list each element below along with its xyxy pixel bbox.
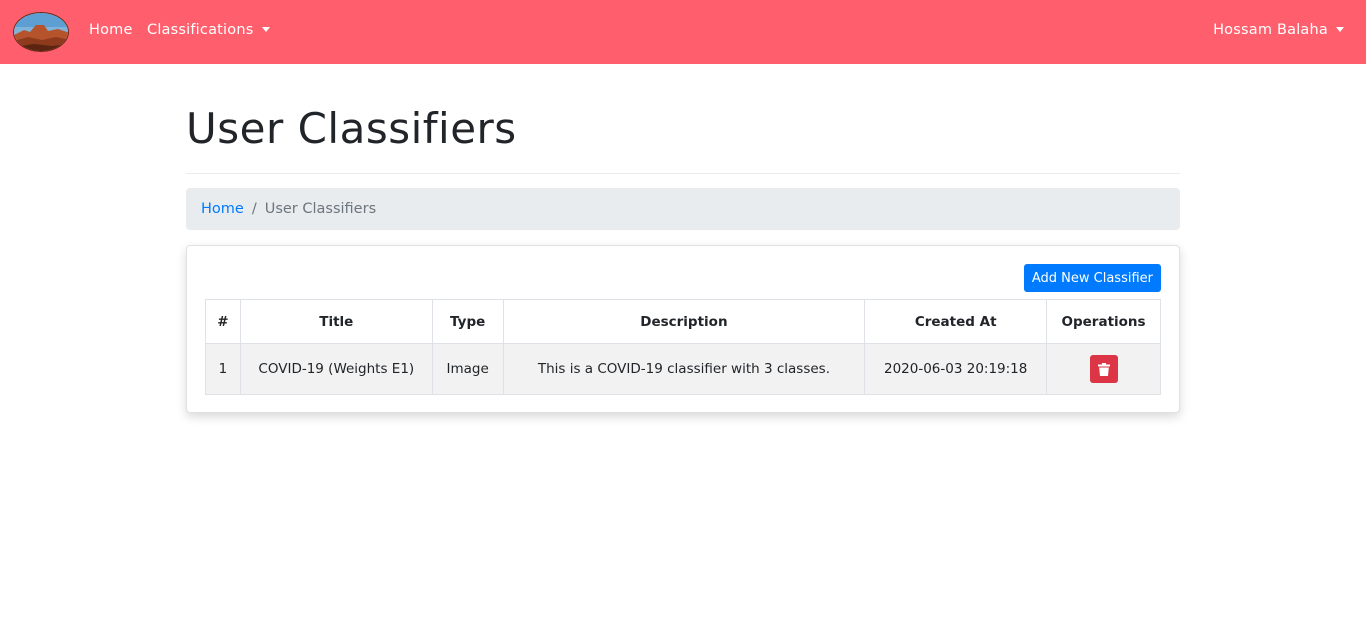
nav-home-link[interactable]: Home xyxy=(89,22,133,38)
column-header-created-at: Created At xyxy=(864,299,1048,344)
trash-icon xyxy=(1097,362,1110,376)
add-new-classifier-button[interactable]: Add New Classifier xyxy=(1023,264,1161,292)
breadcrumb-current: User Classifiers xyxy=(264,201,377,217)
cell-operations xyxy=(1046,343,1161,395)
column-header-title: Title xyxy=(239,299,433,344)
nav-user-dropdown[interactable]: Hossam Balaha xyxy=(1213,22,1344,38)
nav-classifications-dropdown[interactable]: Classifications xyxy=(147,22,270,38)
delete-button[interactable] xyxy=(1089,355,1118,383)
nav-classifications-label: Classifications xyxy=(147,22,254,38)
divider xyxy=(186,173,1180,174)
column-header-number: # xyxy=(205,299,241,344)
column-header-operations: Operations xyxy=(1046,299,1161,344)
caret-down-icon xyxy=(1336,26,1344,32)
cell-description: This is a COVID-19 classifier with 3 cla… xyxy=(502,343,866,395)
brand-logo[interactable] xyxy=(13,12,69,52)
page-title: User Classifiers xyxy=(186,104,517,153)
cell-created-at: 2020-06-03 20:19:18 xyxy=(864,343,1048,395)
column-header-type: Type xyxy=(431,299,504,344)
classifiers-table: # Title Type Description Created At Oper… xyxy=(205,299,1161,395)
table-header-row: # Title Type Description Created At Oper… xyxy=(205,299,1161,344)
column-header-description: Description xyxy=(502,299,866,344)
breadcrumb-home-link[interactable]: Home xyxy=(201,201,244,217)
cell-title: COVID-19 (Weights E1) xyxy=(239,343,433,395)
breadcrumb: Home / User Classifiers xyxy=(186,188,1180,230)
caret-down-icon xyxy=(261,26,270,32)
classifiers-card: Add New Classifier # Title Type Descript… xyxy=(186,245,1180,413)
cell-type: Image xyxy=(431,343,504,395)
table-row: 1 COVID-19 (Weights E1) Image This is a … xyxy=(205,343,1161,395)
brand-logo-image xyxy=(14,13,68,51)
cell-number: 1 xyxy=(205,343,241,395)
navbar: Home Classifications Hossam Balaha xyxy=(0,0,1366,64)
breadcrumb-separator: / xyxy=(251,201,257,217)
nav-user-label: Hossam Balaha xyxy=(1213,22,1328,38)
